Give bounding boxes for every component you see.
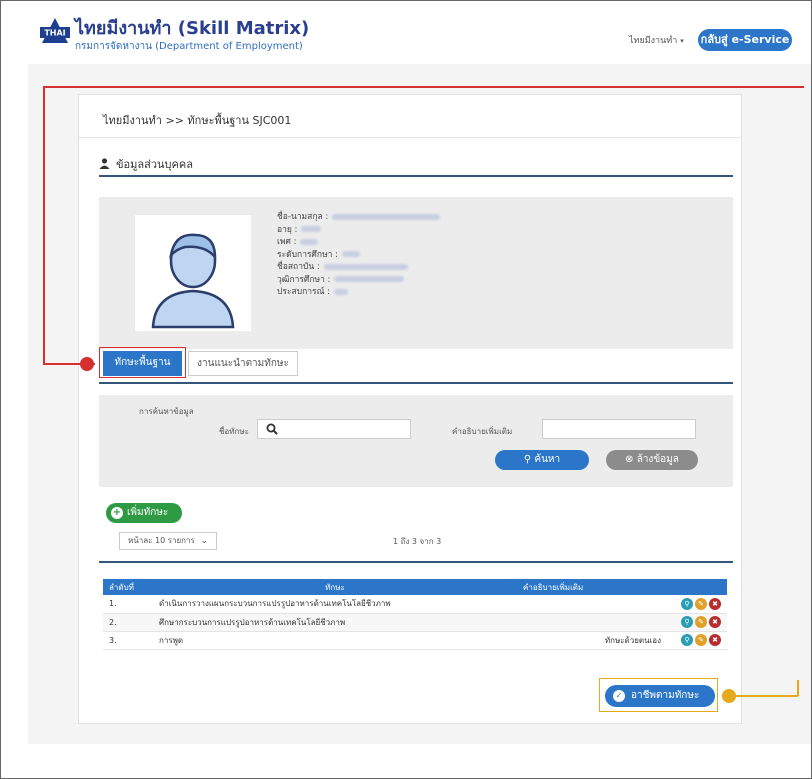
- tab-underline: [99, 382, 733, 384]
- breadcrumb: ไทยมีงานทำ >> ทักษะพื้นฐาน SJC001: [103, 114, 292, 127]
- cell-no: 1.: [103, 595, 153, 614]
- tab-recommended-jobs[interactable]: งานแนะนำตามทักษะ: [188, 351, 298, 376]
- cell-description: ทักษะด้วยตนเอง: [517, 631, 667, 650]
- plus-icon: +: [111, 507, 123, 519]
- chevron-down-icon: ⌄: [200, 536, 208, 546]
- caret-down-icon: ▾: [680, 37, 684, 45]
- view-icon[interactable]: ⚲: [681, 634, 693, 646]
- profile-field-experience: ประสบการณ์ :: [277, 286, 440, 299]
- clear-button[interactable]: ⊗ ล้างข้อมูล: [606, 450, 698, 470]
- main-card: ไทยมีงานทำ >> ทักษะพื้นฐาน SJC001 ข้อมูล…: [78, 94, 742, 724]
- search-button[interactable]: ⚲ ค้นหา: [495, 450, 589, 470]
- cell-no: 3.: [103, 631, 153, 650]
- divider: [79, 137, 741, 138]
- callout-red-dot: [80, 357, 94, 371]
- callout-red-line-top: [43, 86, 804, 88]
- cell-actions: ⚲ ✎ ✖: [667, 631, 727, 650]
- callout-red-box: [99, 347, 186, 378]
- page-size-select[interactable]: หน้าละ 10 รายการ ⌄: [119, 532, 217, 550]
- search-icon: [266, 423, 278, 435]
- table-row: 3. การพูด ทักษะด้วยตนเอง ⚲ ✎ ✖: [103, 631, 727, 650]
- clear-x-icon: ⊗: [625, 454, 637, 465]
- table-top-rule: [99, 561, 733, 563]
- description-input[interactable]: [542, 419, 696, 439]
- app-header: THAI ไทยมีงานทำ (Skill Matrix) กรมการจัด…: [1, 1, 811, 63]
- callout-yellow-dot: [722, 689, 736, 703]
- search-panel: การค้นหาข้อมูล ชื่อทักษะ คำอธิบายเพิ่มเต…: [99, 395, 733, 487]
- search-legend: การค้นหาข้อมูล: [139, 407, 194, 416]
- edit-icon[interactable]: ✎: [695, 597, 707, 610]
- cell-no: 2.: [103, 613, 153, 632]
- edit-icon[interactable]: ✎: [695, 634, 707, 646]
- profile-field-institution: ชื่อสถาบัน :: [277, 261, 440, 274]
- col-header-description: คำอธิบายเพิ่มเติม: [517, 579, 667, 595]
- profile-field-gender: เพศ :: [277, 236, 440, 249]
- section-title-profile: ข้อมูลส่วนบุคคล: [99, 155, 193, 173]
- profile-field-age: อายุ :: [277, 224, 440, 237]
- profile-panel: ชื่อ-นามสกุล : อายุ : เพศ : ระดับการศึกษ…: [99, 197, 733, 349]
- eservice-button[interactable]: กลับสู่ e-Service: [698, 29, 792, 51]
- delete-icon[interactable]: ✖: [709, 616, 721, 628]
- callout-yellow-box: [599, 678, 718, 712]
- table-row: 1. ดำเนินการวางแผนกระบวนการแปรรูปอาหารด้…: [103, 595, 727, 614]
- skill-name-label: ชื่อทักษะ: [219, 427, 249, 436]
- svg-text:THAI: THAI: [44, 29, 65, 38]
- app-title: ไทยมีงานทำ (Skill Matrix): [75, 18, 310, 39]
- col-header-skill: ทักษะ: [153, 579, 517, 595]
- skill-name-input[interactable]: [257, 419, 411, 439]
- callout-yellow-line: [728, 695, 798, 697]
- col-header-actions: [667, 579, 727, 595]
- thai-logo-icon: THAI: [40, 18, 70, 43]
- callout-red-line-left: [43, 86, 45, 364]
- search-button-icon: ⚲: [523, 454, 535, 465]
- profile-field-degree: วุฒิการศึกษา :: [277, 274, 440, 287]
- cell-actions: ⚲ ✎ ✖: [667, 613, 727, 632]
- table-header-row: ลำดับที่ ทักษะ คำอธิบายเพิ่มเติม: [103, 579, 727, 595]
- section-title-text: ข้อมูลส่วนบุคคล: [116, 158, 193, 171]
- cell-skill: ศึกษากระบวนการแปรรูปอาหารด้านเทคโนโลยีชี…: [153, 613, 517, 632]
- pagination-range: 1 ถึง 3 จาก 3: [393, 537, 442, 546]
- skills-table: ลำดับที่ ทักษะ คำอธิบายเพิ่มเติม 1. ดำเน…: [103, 579, 727, 650]
- cell-description: [517, 595, 667, 614]
- delete-icon[interactable]: ✖: [709, 597, 721, 610]
- profile-field-name: ชื่อ-นามสกุล :: [277, 211, 441, 224]
- profile-field-education: ระดับการศึกษา :: [277, 249, 440, 262]
- section-underline: [99, 175, 733, 177]
- delete-icon[interactable]: ✖: [709, 634, 721, 646]
- cell-skill: การพูด: [153, 631, 517, 650]
- cell-description: [517, 613, 667, 632]
- col-header-no: ลำดับที่: [103, 579, 153, 595]
- edit-icon[interactable]: ✎: [695, 616, 707, 628]
- profile-info: ชื่อ-นามสกุล : อายุ : เพศ : ระดับการศึกษ…: [277, 211, 441, 299]
- app-subtitle: กรมการจัดหางาน (Department of Employment…: [75, 41, 303, 52]
- cell-actions: ⚲ ✎ ✖: [667, 595, 727, 614]
- avatar-icon: [135, 215, 251, 331]
- description-label: คำอธิบายเพิ่มเติม: [452, 427, 513, 436]
- person-icon: [99, 158, 110, 169]
- user-menu[interactable]: ไทยมีงานทำ ▾: [629, 33, 684, 47]
- user-menu-label: ไทยมีงานทำ: [629, 36, 678, 46]
- view-icon[interactable]: ⚲: [681, 616, 693, 628]
- cell-skill: ดำเนินการวางแผนกระบวนการแปรรูปอาหารด้านเ…: [153, 595, 517, 614]
- add-skill-button[interactable]: + เพิ่มทักษะ: [106, 503, 182, 523]
- callout-yellow-line-up: [797, 680, 799, 696]
- view-icon[interactable]: ⚲: [681, 597, 693, 610]
- table-row: 2. ศึกษากระบวนการแปรรูปอาหารด้านเทคโนโลย…: [103, 613, 727, 632]
